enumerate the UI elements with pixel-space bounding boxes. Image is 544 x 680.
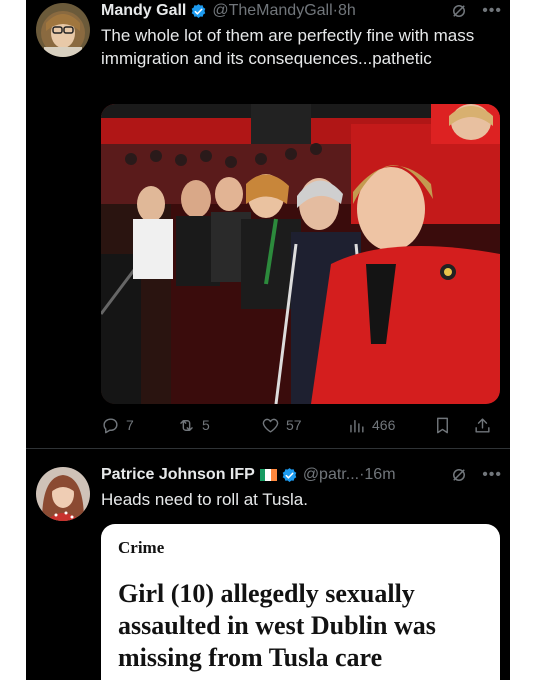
more-icon[interactable]: ••• bbox=[482, 2, 502, 20]
bookmark-icon bbox=[437, 417, 448, 433]
like-count: 57 bbox=[286, 417, 302, 433]
author-handle[interactable]: @TheMandyGall bbox=[212, 2, 332, 20]
tweet-header: Mandy Gall @TheMandyGall · 8h ••• bbox=[101, 0, 502, 22]
share-button[interactable] bbox=[473, 416, 503, 435]
timestamp[interactable]: 16m bbox=[364, 466, 395, 484]
views-button[interactable]: 466 bbox=[347, 416, 433, 435]
views-icon bbox=[350, 419, 364, 433]
author-handle[interactable]: @patr... bbox=[303, 466, 359, 484]
reply-button[interactable]: 7 bbox=[101, 416, 177, 435]
share-icon bbox=[475, 417, 490, 433]
more-icon[interactable]: ••• bbox=[482, 466, 502, 484]
article-category: Crime bbox=[118, 538, 165, 557]
tweet-text: The whole lot of them are perfectly fine… bbox=[101, 26, 475, 68]
tweet[interactable]: Patrice Johnson IFP @patr... · 16m ••• H… bbox=[26, 452, 510, 680]
divider bbox=[26, 448, 510, 449]
heart-icon bbox=[262, 418, 279, 433]
avatar[interactable] bbox=[36, 3, 90, 57]
grok-icon[interactable] bbox=[450, 2, 468, 20]
verified-badge-icon bbox=[192, 3, 206, 18]
repost-button[interactable]: 5 bbox=[177, 416, 261, 435]
repost-count: 5 bbox=[202, 417, 210, 433]
view-count: 466 bbox=[372, 417, 396, 433]
tweet-photo[interactable] bbox=[101, 104, 500, 404]
article-headline: Girl (10) allegedly sexually assaulted i… bbox=[118, 579, 436, 672]
link-card[interactable]: Crime Girl (10) allegedly sexually assau… bbox=[101, 524, 500, 680]
author-name[interactable]: Patrice Johnson IFP bbox=[101, 466, 255, 484]
reply-count: 7 bbox=[126, 417, 134, 433]
grok-icon[interactable] bbox=[450, 466, 468, 484]
timeline: Mandy Gall @TheMandyGall · 8h ••• The wh… bbox=[26, 0, 510, 680]
like-button[interactable]: 57 bbox=[261, 416, 347, 435]
verified-badge-icon bbox=[282, 467, 297, 482]
repost-icon bbox=[180, 419, 193, 431]
tweet-header: Patrice Johnson IFP @patr... · 16m ••• bbox=[101, 464, 502, 486]
tweet[interactable]: Mandy Gall @TheMandyGall · 8h ••• The wh… bbox=[26, 0, 510, 448]
bookmark-button[interactable] bbox=[433, 416, 473, 435]
ireland-flag-icon bbox=[259, 469, 277, 481]
tweet-text: Heads need to roll at Tusla. bbox=[101, 490, 308, 509]
reply-icon bbox=[103, 417, 118, 433]
timestamp[interactable]: 8h bbox=[338, 2, 356, 20]
tweet-actions: 7 5 57 466 bbox=[101, 412, 505, 438]
avatar[interactable] bbox=[36, 467, 90, 521]
author-name[interactable]: Mandy Gall bbox=[101, 2, 186, 20]
